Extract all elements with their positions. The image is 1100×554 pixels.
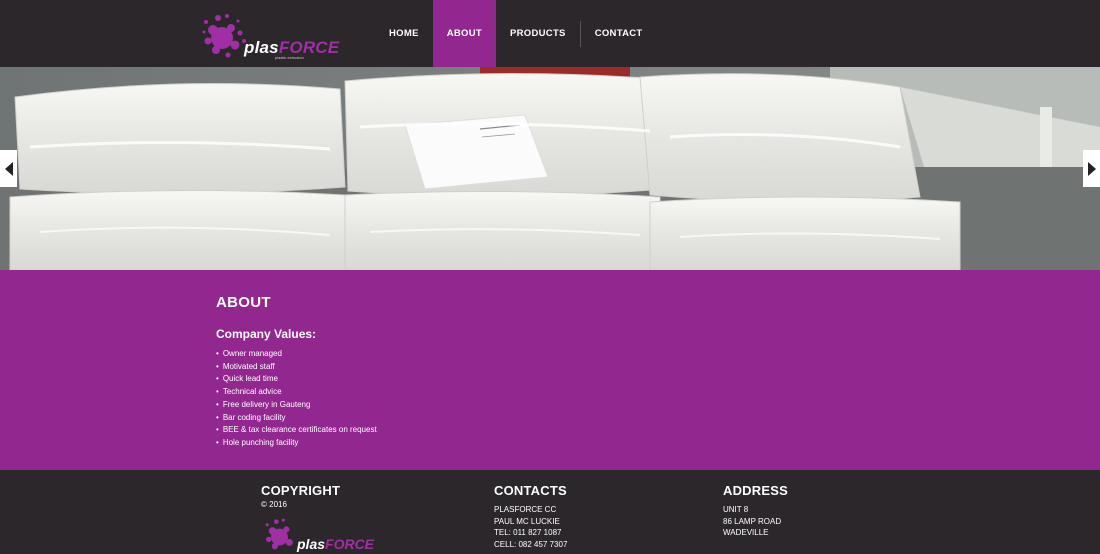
top-bar: plasFORCE plastic extrusion HOME ABOUT P… [0,0,1100,67]
contact-line: CELL: 082 457 7307 [494,540,568,550]
list-item: BEE & tax clearance certificates on requ… [216,424,377,437]
footer-logo[interactable]: plasFORCE [261,514,381,554]
footer-copyright: COPYRIGHT © 2016 plasFORCE [261,483,374,552]
copyright-text: © 2016 [261,500,287,509]
logo-wordmark-plas: plas [244,38,279,57]
footer-address: ADDRESS UNIT 8 86 LAMP ROAD WADEVILLE [723,483,788,539]
address-line: WADEVILLE [723,528,769,538]
list-item: Bar coding facility [216,412,377,425]
plasforce-logo[interactable]: plasFORCE plastic extrusion [200,8,340,62]
chevron-left-icon [4,161,13,176]
list-item: Quick lead time [216,373,377,386]
slider-prev-button[interactable] [0,150,17,187]
nav-home[interactable]: HOME [375,0,433,67]
nav-contact[interactable]: CONTACT [581,0,657,67]
contact-line: PLASFORCE CC [494,505,557,514]
logo-blob-icon [265,518,293,550]
list-item: Free delivery in Gauteng [216,399,377,412]
about-section: ABOUT Company Values: Owner managed Moti… [0,270,1100,470]
contact-line: TEL: 011 827 1087 [494,528,562,538]
list-item: Owner managed [216,348,377,361]
address-line: 86 LAMP ROAD [723,516,782,526]
list-item: Technical advice [216,386,377,399]
footer-contacts: CONTACTS PLASFORCE CC PAUL MC LUCKIE TEL… [494,483,567,551]
nav-products[interactable]: PRODUCTS [496,0,580,67]
logo-blob-icon [202,14,246,58]
list-item: Motivated staff [216,361,377,374]
about-heading: ABOUT [216,294,271,311]
contact-line: PAUL MC LUCKIE [494,516,560,526]
logo-tagline: plastic extrusion [275,55,304,60]
contacts-heading: CONTACTS [494,483,567,498]
hero-slider [0,67,1100,270]
copyright-heading: COPYRIGHT [261,483,341,498]
address-heading: ADDRESS [723,483,788,498]
slider-next-button[interactable] [1083,150,1100,187]
list-item: Hole punching facility [216,437,377,450]
nav-about[interactable]: ABOUT [432,0,496,67]
address-line: UNIT 8 [723,505,749,514]
company-values-list: Owner managed Motivated staff Quick lead… [216,348,377,450]
hero-image-plastic-bags [0,67,1100,270]
company-values-heading: Company Values: [216,327,317,341]
main-nav: HOME ABOUT PRODUCTS CONTACT [375,0,657,67]
footer: COPYRIGHT © 2016 plasFORCE CONTACTS PLAS… [0,470,1100,552]
chevron-right-icon [1087,161,1096,176]
